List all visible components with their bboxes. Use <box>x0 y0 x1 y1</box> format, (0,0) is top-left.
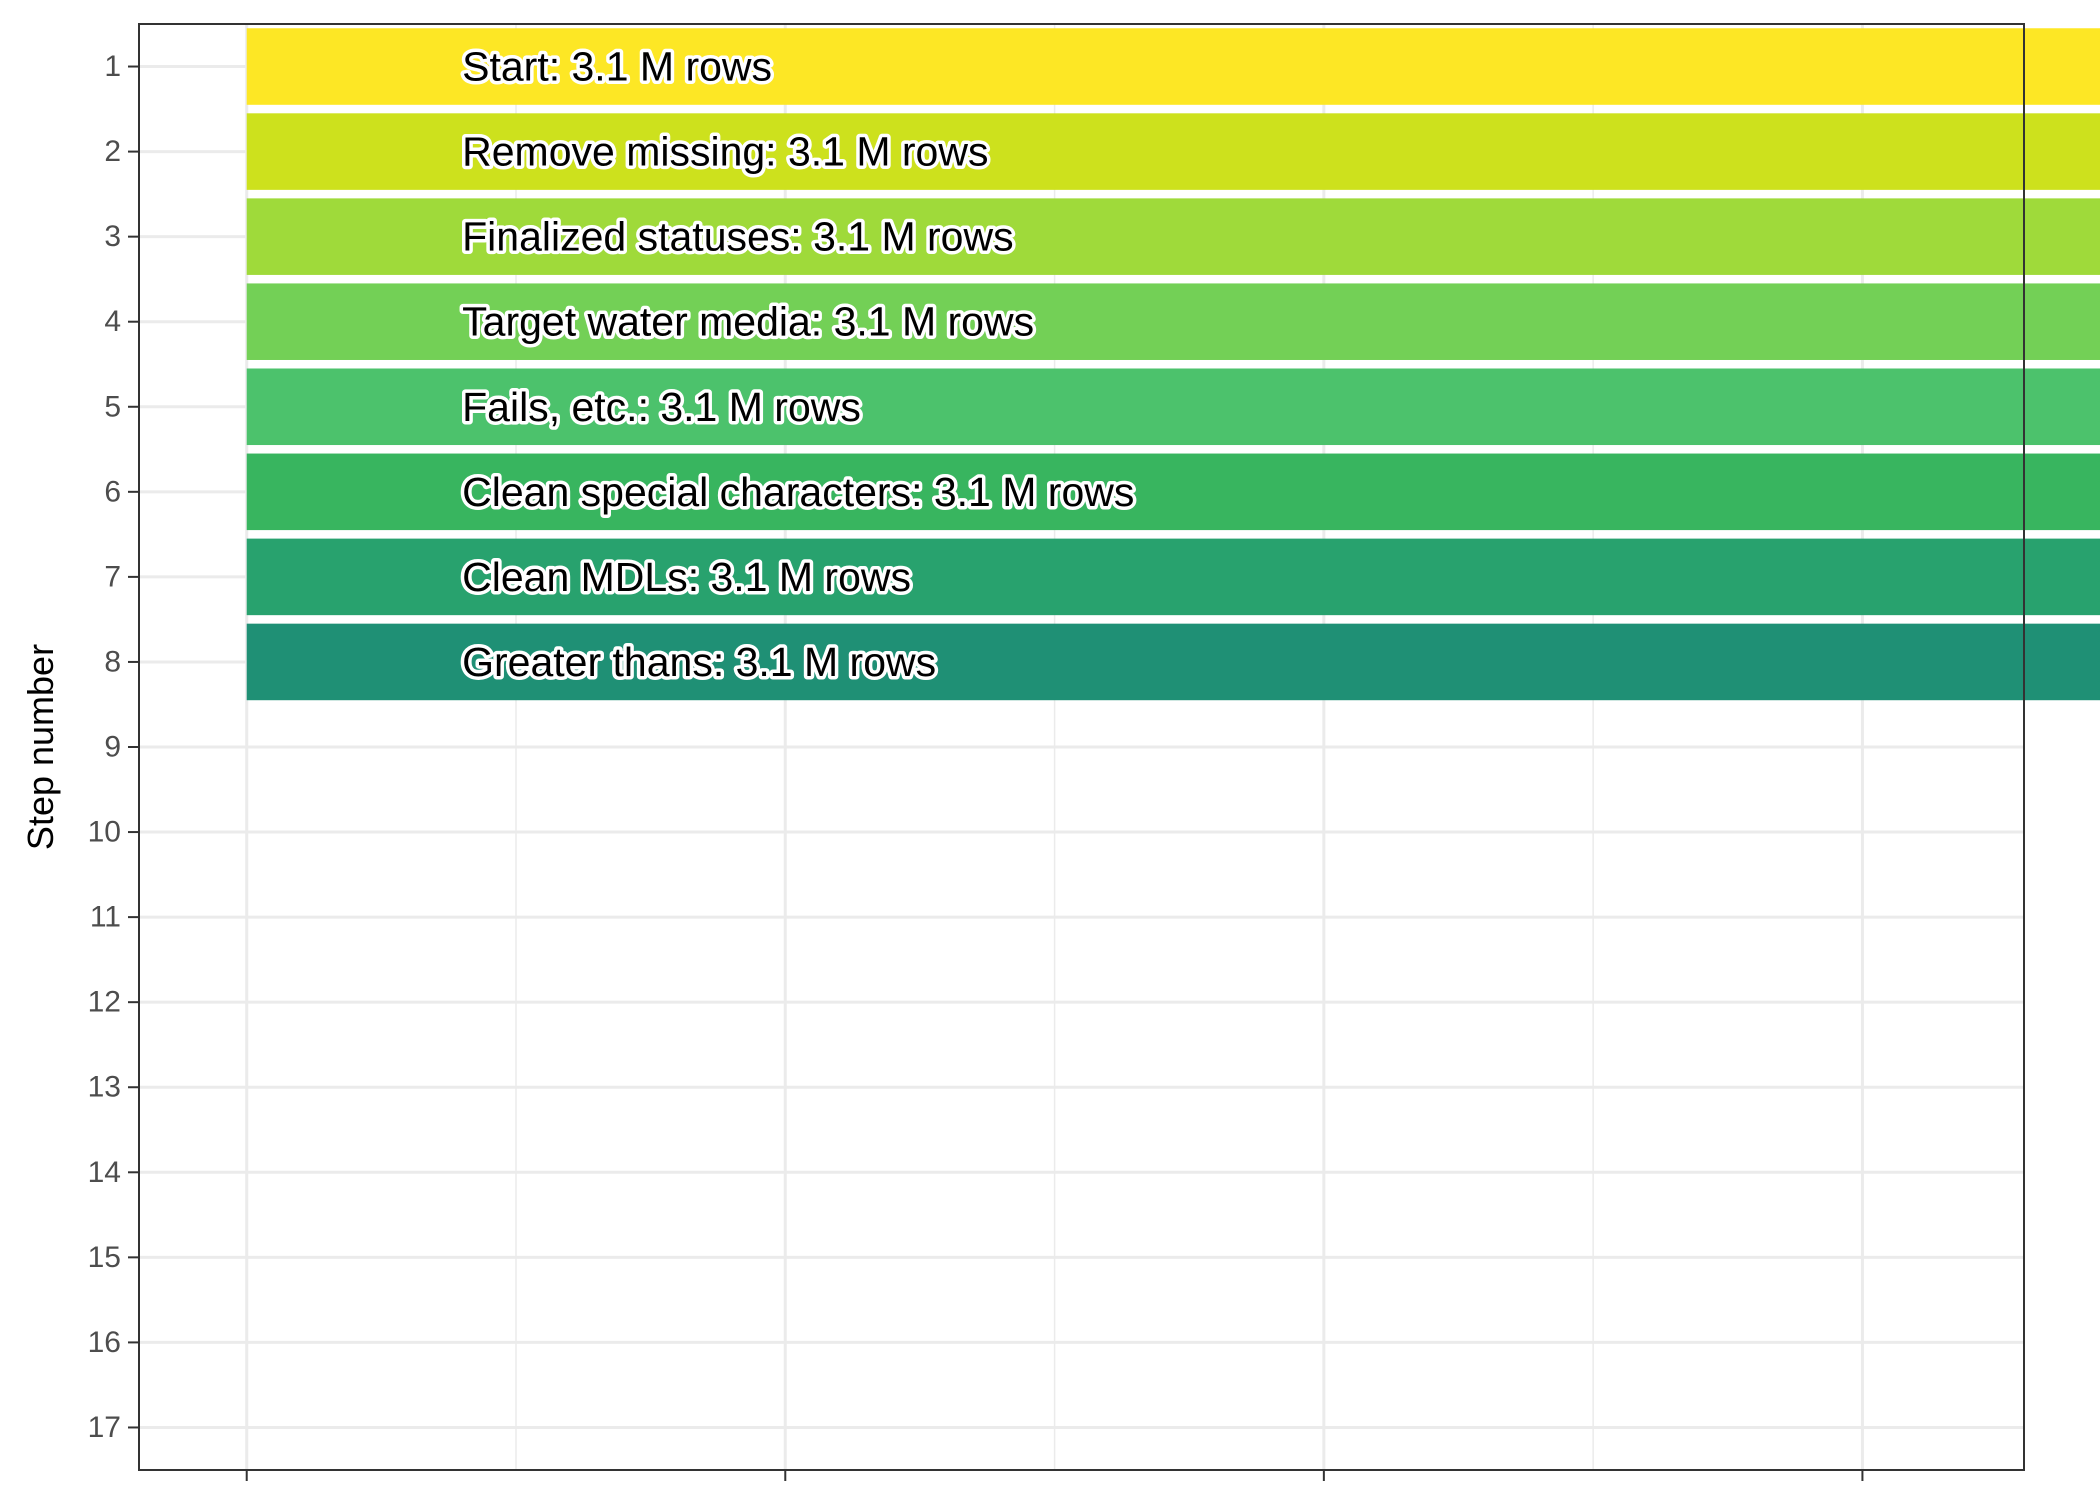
y-tick-label: 10 <box>88 816 121 849</box>
bar-label-step-1: Start: 3.1 M rows <box>462 44 772 90</box>
bar-label-step-3: Finalized statuses: 3.1 M rows <box>462 214 1013 260</box>
y-axis-title: Step number <box>20 644 61 850</box>
bar-label-step-2: Remove missing: 3.1 M rows <box>462 129 988 175</box>
y-tick-label: 14 <box>88 1156 121 1189</box>
y-tick-label: 15 <box>88 1241 121 1274</box>
bar-label-step-5: Fails, etc.: 3.1 M rows <box>462 384 861 430</box>
y-tick-label: 16 <box>88 1326 121 1359</box>
y-tick-label: 8 <box>104 645 121 678</box>
y-tick-label: 3 <box>104 220 121 253</box>
step-bar-chart: Start: 3.1 M rows Remove missing: 3.1 M r… <box>0 0 2100 1500</box>
y-tick-label: 12 <box>88 986 121 1019</box>
y-tick-label: 6 <box>104 475 121 508</box>
y-tick-label: 7 <box>104 560 121 593</box>
y-tick-label: 9 <box>104 731 121 764</box>
y-tick-label: 13 <box>88 1071 121 1104</box>
chart-svg: Start: 3.1 M rows Remove missing: 3.1 M r… <box>20 23 2100 1481</box>
bar-label-step-7: Clean MDLs: 3.1 M rows <box>462 554 911 600</box>
y-tick-label: 1 <box>104 50 121 83</box>
bar-label-step-8: Greater thans: 3.1 M rows <box>462 639 936 685</box>
y-tick-label: 2 <box>104 135 121 168</box>
bar-label-step-4: Target water media: 3.1 M rows <box>462 299 1034 345</box>
y-tick-label: 4 <box>104 305 121 338</box>
y-tick-label: 17 <box>88 1411 121 1444</box>
y-tick-label: 5 <box>104 390 121 423</box>
bar-label-step-6: Clean special characters: 3.1 M rows <box>462 469 1134 515</box>
y-tick-label: 11 <box>90 901 121 934</box>
